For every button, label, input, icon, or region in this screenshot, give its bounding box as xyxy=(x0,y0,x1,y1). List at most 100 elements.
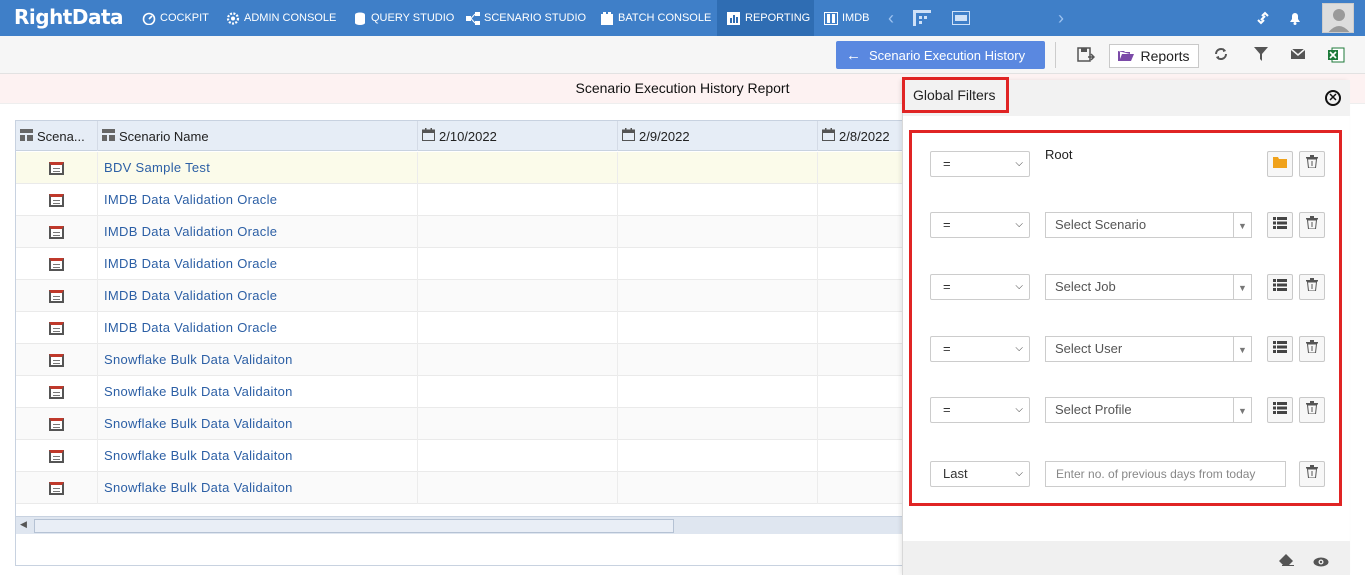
horizontal-scrollbar[interactable]: ◀ xyxy=(16,516,904,534)
nav-item-imdb[interactable]: IMDB xyxy=(824,0,874,36)
column-header-scenario-icon[interactable]: Scena... xyxy=(16,121,98,151)
table-row[interactable]: Snowflake Bulk Data Validaiton xyxy=(16,408,904,440)
list-button[interactable] xyxy=(1267,397,1293,423)
scenario-name-link[interactable]: BDV Sample Test xyxy=(98,152,418,184)
table-row[interactable]: BDV Sample Test xyxy=(16,152,904,184)
dashboard-icon[interactable] xyxy=(952,0,972,36)
scenario-icon-cell[interactable] xyxy=(16,280,98,312)
report-icon[interactable] xyxy=(49,321,64,335)
job-select[interactable]: Select Job ▼ xyxy=(1045,274,1252,300)
scenario-name-link[interactable]: IMDB Data Validation Oracle xyxy=(98,280,418,312)
refresh-icon[interactable] xyxy=(1212,46,1230,64)
report-icon[interactable] xyxy=(49,385,64,399)
nav-scroll-left-icon[interactable]: ‹ xyxy=(888,8,894,29)
report-icon[interactable] xyxy=(49,481,64,495)
scenario-icon-cell[interactable] xyxy=(16,440,98,472)
global-filters-panel: Global Filters ✕ = ⌵ Root = ⌵ Select Scena… xyxy=(902,77,1350,575)
scroll-left-icon[interactable]: ◀ xyxy=(20,519,27,530)
email-icon[interactable] xyxy=(1289,46,1307,64)
list-button[interactable] xyxy=(1267,212,1293,238)
user-select[interactable]: Select User ▼ xyxy=(1045,336,1252,362)
table-row[interactable]: IMDB Data Validation Oracle xyxy=(16,184,904,216)
scenario-name-link[interactable]: Snowflake Bulk Data Validaiton xyxy=(98,440,418,472)
scenario-name-link[interactable]: IMDB Data Validation Oracle xyxy=(98,248,418,280)
report-icon[interactable] xyxy=(49,289,64,303)
report-icon[interactable] xyxy=(49,257,64,271)
scenario-name-link[interactable]: Snowflake Bulk Data Validaiton xyxy=(98,472,418,504)
scenario-icon-cell[interactable] xyxy=(16,312,98,344)
table-row[interactable]: IMDB Data Validation Oracle xyxy=(16,312,904,344)
nav-item-admin-console[interactable]: ADMIN CONSOLE xyxy=(226,0,338,36)
report-icon[interactable] xyxy=(49,417,64,431)
table-row[interactable]: IMDB Data Validation Oracle xyxy=(16,280,904,312)
delete-filter-button[interactable] xyxy=(1299,397,1325,423)
scenario-icon-cell[interactable] xyxy=(16,184,98,216)
reports-button[interactable]: Reports xyxy=(1109,44,1199,68)
delete-filter-button[interactable] xyxy=(1299,274,1325,300)
nav-item-scenario-studio[interactable]: SCENARIO STUDIO xyxy=(466,0,586,36)
app-logo[interactable]: RightData xyxy=(14,5,124,29)
scenario-icon-cell[interactable] xyxy=(16,408,98,440)
column-header-date[interactable]: 2/8/2022 xyxy=(818,121,904,151)
previous-days-input[interactable]: Enter no. of previous days from today xyxy=(1045,461,1286,487)
table-settings-icon[interactable] xyxy=(913,0,933,36)
operator-select[interactable]: = ⌵ xyxy=(930,336,1030,362)
scenario-select[interactable]: Select Scenario ▼ xyxy=(1045,212,1252,238)
profile-select[interactable]: Select Profile ▼ xyxy=(1045,397,1252,423)
report-icon[interactable] xyxy=(49,161,64,175)
nav-scroll-right-icon[interactable]: › xyxy=(1058,8,1064,29)
filter-icon[interactable] xyxy=(1252,46,1270,64)
scenario-icon-cell[interactable] xyxy=(16,376,98,408)
report-icon[interactable] xyxy=(49,449,64,463)
table-row[interactable]: Snowflake Bulk Data Validaiton xyxy=(16,472,904,504)
scenario-icon-cell[interactable] xyxy=(16,216,98,248)
report-icon[interactable] xyxy=(49,353,64,367)
bell-icon[interactable] xyxy=(1288,0,1304,36)
eraser-icon[interactable] xyxy=(1279,553,1294,571)
operator-select[interactable]: = ⌵ xyxy=(930,274,1030,300)
user-avatar[interactable] xyxy=(1322,3,1354,33)
operator-select[interactable]: = ⌵ xyxy=(930,397,1030,423)
list-button[interactable] xyxy=(1267,336,1293,362)
scenario-name-link[interactable]: IMDB Data Validation Oracle xyxy=(98,312,418,344)
eye-icon[interactable] xyxy=(1313,554,1329,572)
scenario-icon-cell[interactable] xyxy=(16,248,98,280)
back-to-scenario-history-button[interactable]: ← Scenario Execution History xyxy=(836,41,1045,69)
report-icon[interactable] xyxy=(49,193,64,207)
scenario-icon-cell[interactable] xyxy=(16,152,98,184)
scenario-icon-cell[interactable] xyxy=(16,344,98,376)
scenario-name-link[interactable]: IMDB Data Validation Oracle xyxy=(98,184,418,216)
save-report-icon[interactable] xyxy=(1077,46,1096,64)
nav-item-reporting[interactable]: REPORTING xyxy=(717,0,814,36)
report-icon[interactable] xyxy=(49,225,64,239)
operator-select[interactable]: = ⌵ xyxy=(930,151,1030,177)
column-header-date[interactable]: 2/10/2022 xyxy=(418,121,618,151)
table-row[interactable]: Snowflake Bulk Data Validaiton xyxy=(16,440,904,472)
browse-folder-button[interactable] xyxy=(1267,151,1293,177)
scrollbar-thumb[interactable] xyxy=(34,519,674,533)
nav-item-query-studio[interactable]: QUERY STUDIO xyxy=(353,0,454,36)
excel-export-icon[interactable] xyxy=(1327,46,1345,64)
delete-filter-button[interactable] xyxy=(1299,461,1325,487)
scenario-name-link[interactable]: Snowflake Bulk Data Validaiton xyxy=(98,408,418,440)
link-icon[interactable] xyxy=(1256,0,1272,36)
scenario-name-link[interactable]: Snowflake Bulk Data Validaiton xyxy=(98,376,418,408)
close-icon[interactable]: ✕ xyxy=(1325,90,1341,106)
operator-select[interactable]: Last ⌵ xyxy=(930,461,1030,487)
scenario-icon-cell[interactable] xyxy=(16,472,98,504)
table-row[interactable]: IMDB Data Validation Oracle xyxy=(16,216,904,248)
operator-select[interactable]: = ⌵ xyxy=(930,212,1030,238)
nav-item-cockpit[interactable]: COCKPIT xyxy=(142,0,214,36)
scenario-name-link[interactable]: IMDB Data Validation Oracle xyxy=(98,216,418,248)
scenario-name-link[interactable]: Snowflake Bulk Data Validaiton xyxy=(98,344,418,376)
column-header-scenario-name[interactable]: Scenario Name xyxy=(98,121,418,151)
nav-item-batch-console[interactable]: BATCH CONSOLE xyxy=(600,0,712,36)
delete-filter-button[interactable] xyxy=(1299,151,1325,177)
column-header-date[interactable]: 2/9/2022 xyxy=(618,121,818,151)
table-row[interactable]: Snowflake Bulk Data Validaiton xyxy=(16,344,904,376)
delete-filter-button[interactable] xyxy=(1299,336,1325,362)
list-button[interactable] xyxy=(1267,274,1293,300)
table-row[interactable]: IMDB Data Validation Oracle xyxy=(16,248,904,280)
table-row[interactable]: Snowflake Bulk Data Validaiton xyxy=(16,376,904,408)
delete-filter-button[interactable] xyxy=(1299,212,1325,238)
